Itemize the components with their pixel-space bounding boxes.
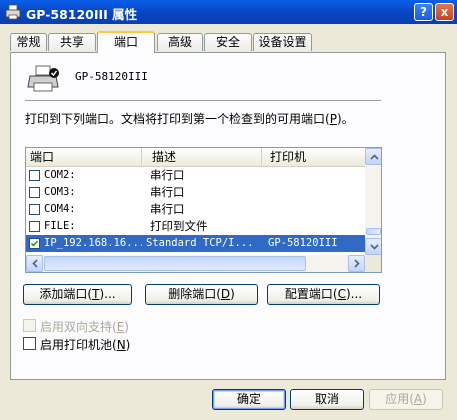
port-name: COM3: [44,186,76,198]
chevron-right-icon [354,259,360,268]
port-checkbox[interactable] [29,170,40,181]
tab-security[interactable]: 安全 [204,33,252,51]
scroll-left-button[interactable] [26,255,43,272]
port-name: COM2: [44,169,76,181]
printer-icon [27,63,61,95]
tab-sharing[interactable]: 共享 [48,33,96,51]
horizontal-scrollbar[interactable] [26,255,365,272]
close-button[interactable]: x [435,3,454,21]
scroll-right-button[interactable] [348,255,365,272]
scroll-down-button[interactable] [365,238,381,255]
chevron-down-icon [370,244,379,250]
window-title: GP-58120III 属性 [26,7,138,22]
scroll-up-button[interactable] [365,148,381,165]
port-checkbox[interactable] [29,204,40,215]
list-item[interactable]: COM3: 串行口 [26,184,365,201]
instruction-text: 打印到下列端口。文档将打印到第一个检查到的可用端口(P)。 [25,112,354,126]
chevron-up-icon [370,154,379,160]
port-name: IP_192.168.16... [44,237,142,249]
configure-port-button[interactable]: 配置端口(C)... [267,284,380,305]
printer-name: GP-58120III [75,70,148,83]
port-description: 串行口 [150,185,185,199]
title-bar[interactable]: GP-58120III 属性 ? x [0,0,457,24]
tab-advanced[interactable]: 高级 [157,33,203,51]
port-description: 串行口 [150,168,185,182]
tab-ports[interactable]: 端口 [97,31,155,53]
port-printer: GP-58120III [268,237,338,249]
apply-button[interactable]: 应用(A) [369,389,443,410]
scroll-thumb[interactable] [44,256,306,271]
scroll-thumb[interactable] [366,228,381,235]
port-checkbox[interactable] [29,187,40,198]
scroll-corner [365,255,381,272]
port-description: Standard TCP/I... [146,237,254,249]
port-checkbox[interactable] [29,221,40,232]
port-list[interactable]: 端口 描述 打印机 COM2: 串行口 COM3: 串行口 COM4: 串行口 … [25,147,382,273]
column-header-printer[interactable]: 打印机 [262,148,365,166]
port-name: FILE: [44,220,76,232]
list-header: 端口 描述 打印机 [26,148,365,167]
add-port-button[interactable]: 添加端口(T)... [23,284,132,305]
chevron-left-icon [32,259,38,268]
list-item[interactable]: FILE: 打印到文件 [26,218,365,235]
port-checkbox[interactable] [29,238,40,249]
port-name: COM4: [44,203,76,215]
list-item[interactable]: COM4: 串行口 [26,201,365,218]
help-button[interactable]: ? [414,3,433,21]
column-header-port[interactable]: 端口 [26,148,142,166]
separator [25,100,381,102]
printer-icon [5,4,21,20]
port-description: 串行口 [150,202,185,216]
ports-panel: GP-58120III 打印到下列端口。文档将打印到第一个检查到的可用端口(P)… [10,52,446,380]
delete-port-button[interactable]: 删除端口(D) [145,284,258,305]
cancel-button[interactable]: 取消 [290,389,364,410]
list-item[interactable]: COM2: 串行口 [26,167,365,184]
list-item-selected[interactable]: IP_192.168.16... Standard TCP/I... GP-58… [26,235,365,252]
tab-general[interactable]: 常规 [10,33,47,51]
vertical-scrollbar[interactable] [365,148,381,255]
port-description: 打印到文件 [150,219,208,233]
tab-device-settings[interactable]: 设备设置 [253,33,312,51]
ok-button[interactable]: 确定 [212,389,286,410]
checkmark-icon [30,240,39,247]
column-header-description[interactable]: 描述 [142,148,262,166]
